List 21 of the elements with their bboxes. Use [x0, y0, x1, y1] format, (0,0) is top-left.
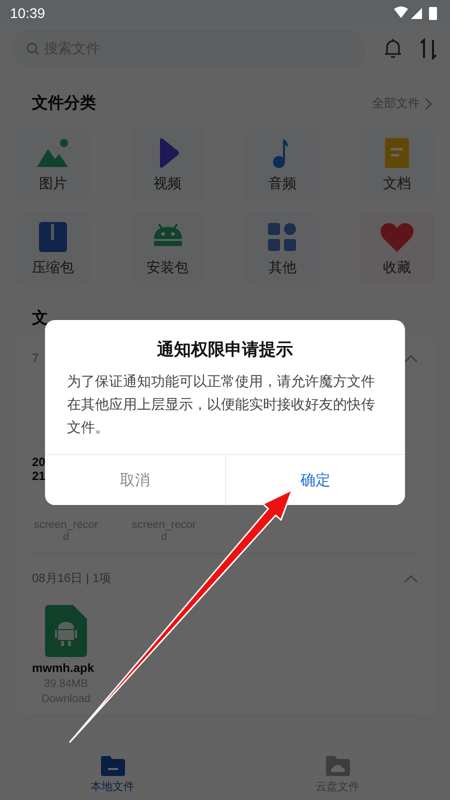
category-tile[interactable]: 收藏: [360, 212, 434, 286]
cloud-folder-icon: [326, 756, 350, 776]
section-title: 文: [32, 308, 48, 329]
file-name: 20 21: [32, 455, 46, 483]
dialog-message: 为了保证通知功能可以正常使用，请允许魔方文件在其他应用上层显示，以便能实时接收好友的快传文件。: [66, 373, 376, 438]
image-icon: [35, 137, 71, 169]
heart-icon: [378, 221, 415, 253]
chevron-right-icon: [425, 98, 432, 110]
file-name: mwmh.apk: [32, 661, 96, 675]
dialog-title: 通知权限申请提示: [156, 339, 294, 362]
confirm-button[interactable]: 确定: [224, 455, 405, 505]
folder-icon: [100, 756, 124, 776]
section-title: 文件分类: [32, 93, 96, 114]
caret-icon[interactable]: [404, 354, 418, 362]
sort-icon[interactable]: [420, 38, 438, 60]
apk-file-icon[interactable]: [45, 605, 87, 657]
status-icons: [394, 6, 440, 20]
status-time: 10:39: [10, 4, 46, 20]
bell-icon[interactable]: [384, 38, 402, 60]
nav-tab[interactable]: 本地文件: [68, 750, 158, 800]
search-icon: [26, 42, 40, 56]
